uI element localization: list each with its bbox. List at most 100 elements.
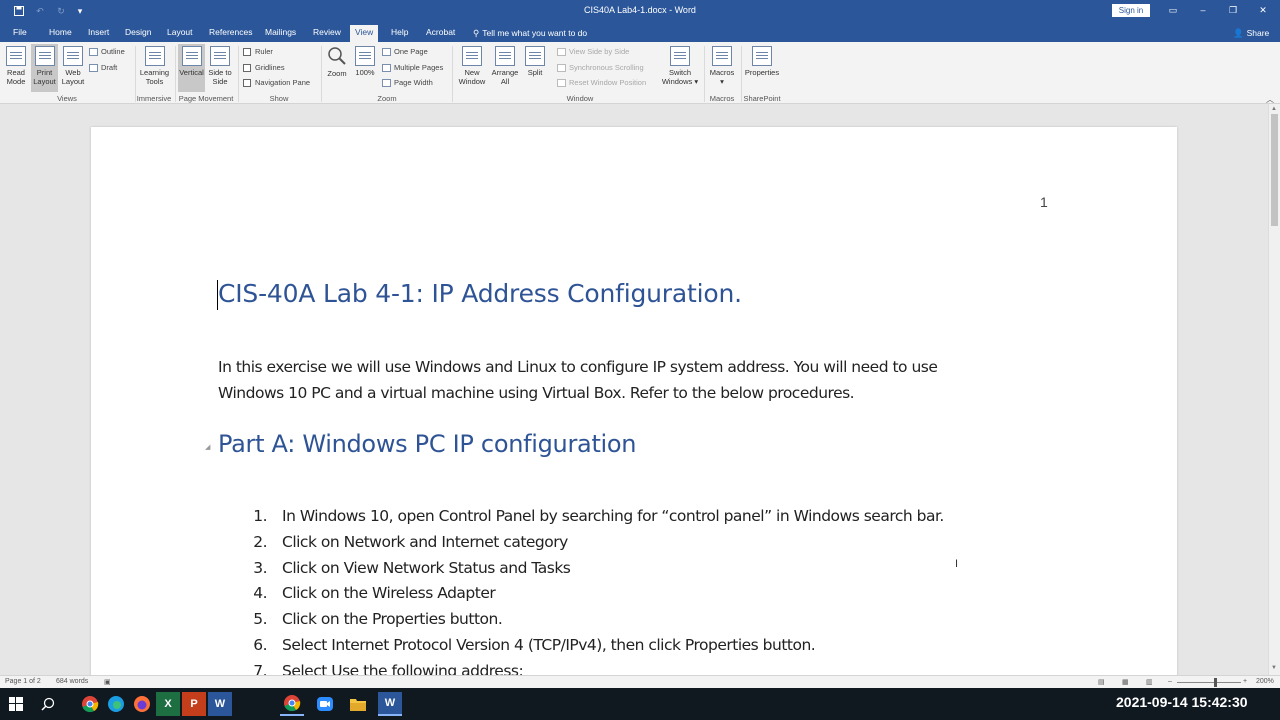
ruler-checkbox-box (243, 47, 251, 56)
switch-windows-icon (670, 46, 690, 66)
scroll-down-icon[interactable]: ▼ (1271, 665, 1277, 671)
navigation-pane-checkbox[interactable]: Navigation Pane (243, 78, 310, 87)
macros-button[interactable]: Macros ▾ (707, 46, 737, 86)
tab-acrobat[interactable]: Acrobat (421, 25, 460, 42)
page-info[interactable]: Page 1 of 2 (5, 678, 41, 685)
macros-icon (712, 46, 732, 66)
clock[interactable]: 2021-09-14 15:42:30 (1116, 694, 1248, 710)
intro-paragraph[interactable]: In this exercise we will use Windows and… (218, 354, 1038, 406)
show-group-label: Show (269, 94, 289, 103)
ribbon-display-options-icon[interactable]: ▭ (1163, 3, 1183, 17)
new-window-button[interactable]: New Window (456, 46, 488, 86)
windows-start-icon[interactable] (4, 692, 28, 716)
zoom-out-icon[interactable]: – (1168, 678, 1172, 685)
powerpoint-icon[interactable]: P (182, 692, 206, 716)
tell-me-search[interactable]: ⚲ Tell me what you want to do (468, 25, 592, 42)
split-button[interactable]: Split (523, 46, 547, 77)
list-number: 3. (253, 558, 267, 577)
lightbulb-icon: ⚲ (473, 28, 480, 38)
tab-view[interactable]: View (350, 25, 379, 42)
group-separator (238, 46, 239, 102)
tab-home[interactable]: Home (44, 25, 77, 42)
ruler-checkbox[interactable]: Ruler (243, 47, 273, 56)
list-number: 4. (253, 584, 267, 603)
tab-review[interactable]: Review (308, 25, 346, 42)
vertical-scrollbar[interactable]: ▲ ▼ (1268, 104, 1280, 675)
switch-windows-button[interactable]: Switch Windows ▾ (661, 46, 699, 86)
word-count[interactable]: 684 words (56, 678, 88, 685)
zoom-in-icon[interactable]: + (1243, 678, 1247, 685)
page-width-button[interactable]: Page Width (382, 78, 433, 87)
dropdown-arrow-icon: ▾ (692, 77, 699, 86)
minimize-button[interactable]: – (1193, 3, 1213, 17)
properties-button[interactable]: Properties (743, 46, 781, 77)
tab-file[interactable]: File (8, 25, 32, 42)
tell-me-label: Tell me what you want to do (482, 28, 588, 38)
document-title[interactable]: CIS-40A Lab 4-1: IP Address Configuratio… (218, 279, 742, 308)
arrange-all-button[interactable]: Arrange All (490, 46, 520, 86)
print-layout-button[interactable]: Print Layout (31, 44, 58, 92)
tab-insert[interactable]: Insert (83, 25, 114, 42)
chrome-icon[interactable] (78, 692, 102, 716)
sign-in-button[interactable]: Sign in (1112, 4, 1150, 17)
chrome-running-icon[interactable] (280, 692, 304, 716)
proofing-icon[interactable]: ▣ (104, 678, 111, 686)
scroll-up-icon[interactable]: ▲ (1271, 106, 1277, 112)
intro-line: Windows 10 PC and a virtual machine usin… (218, 384, 855, 402)
scrollbar-thumb[interactable] (1271, 114, 1278, 226)
web-layout-view-icon[interactable]: ▥ (1146, 678, 1153, 686)
tab-help[interactable]: Help (386, 25, 413, 42)
part-a-heading[interactable]: Part A: Windows PC IP configuration (218, 430, 637, 458)
word-icon[interactable]: W (208, 692, 232, 716)
zoom-app-icon[interactable] (313, 692, 337, 716)
learning-tools-button[interactable]: Learning Tools (138, 46, 171, 86)
new-window-icon (462, 46, 482, 66)
gridlines-checkbox[interactable]: Gridlines (243, 63, 285, 72)
word-running-icon[interactable]: W (378, 692, 402, 716)
firefox-icon[interactable] (130, 692, 154, 716)
zoom-level[interactable]: 200% (1256, 678, 1274, 685)
read-mode-button[interactable]: Read Mode (4, 46, 28, 86)
share-button[interactable]: 👤 Share (1228, 25, 1274, 42)
tab-mailings[interactable]: Mailings (260, 25, 301, 42)
tab-references[interactable]: References (204, 25, 257, 42)
web-layout-button[interactable]: Web Layout (60, 46, 86, 86)
page-movement-group-label: Page Movement (178, 94, 234, 103)
print-layout-view-icon[interactable]: ▦ (1122, 678, 1129, 686)
read-mode-icon (6, 46, 26, 66)
zoom-slider[interactable] (1177, 682, 1241, 683)
ribbon-view: Read Mode Print Layout Web Layout Outlin… (0, 42, 1280, 104)
restore-button[interactable]: ❐ (1223, 3, 1243, 17)
synchronous-scrolling-icon (557, 63, 566, 72)
outline-button[interactable]: Outline (89, 47, 125, 56)
sharepoint-group-label: SharePoint (743, 94, 781, 103)
draft-button[interactable]: Draft (89, 63, 117, 72)
collapse-heading-icon[interactable]: ◢ (205, 443, 210, 451)
excel-icon[interactable]: X (156, 692, 180, 716)
list-number: 2. (253, 532, 267, 551)
draft-icon (89, 63, 98, 72)
search-icon[interactable] (36, 692, 60, 716)
list-text: Click on the Properties button. (282, 610, 503, 629)
document-page[interactable]: 1 CIS-40A Lab 4-1: IP Address Configurat… (91, 127, 1177, 675)
view-side-by-side-button[interactable]: View Side by Side (557, 47, 629, 56)
one-page-button[interactable]: One Page (382, 47, 428, 56)
intro-line: In this exercise we will use Windows and… (218, 358, 938, 376)
zoom-button[interactable]: Zoom (325, 46, 349, 78)
file-explorer-icon[interactable] (346, 692, 370, 716)
read-mode-view-icon[interactable]: ▤ (1098, 678, 1105, 686)
vertical-button[interactable]: Vertical (178, 44, 205, 92)
edge-icon[interactable] (104, 692, 128, 716)
zoom-slider-thumb[interactable] (1214, 678, 1217, 687)
multiple-pages-button[interactable]: Multiple Pages (382, 63, 443, 72)
tab-layout[interactable]: Layout (162, 25, 198, 42)
tab-design[interactable]: Design (120, 25, 156, 42)
side-to-side-button[interactable]: Side to Side (207, 46, 233, 86)
zoom-100-button[interactable]: 100% (353, 46, 377, 77)
ribbon-tabs: File Home Insert Design Layout Reference… (0, 22, 1280, 42)
document-area[interactable]: 1 CIS-40A Lab 4-1: IP Address Configurat… (0, 104, 1268, 675)
close-button[interactable]: ✕ (1253, 3, 1273, 17)
reset-window-position-button[interactable]: Reset Window Position (557, 78, 646, 87)
synchronous-scrolling-button[interactable]: Synchronous Scrolling (557, 63, 644, 72)
gridlines-checkbox-box (243, 63, 251, 72)
